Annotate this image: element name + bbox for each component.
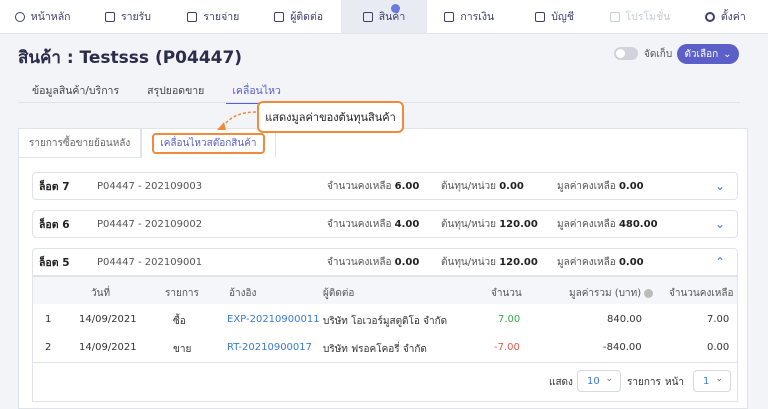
money-icon [444,11,455,22]
per-page-select[interactable]: 10 ⌄ [577,370,621,392]
table-row: 2 14/09/2021 ขาย RT-20210900017 บริษัท ฟ… [45,342,730,355]
sub-tabs: ข้อมูลสินค้า/บริการ สรุปยอดขาย เคลื่อนไห… [18,76,295,104]
nav-item-settings[interactable]: ตั้งค่า [683,0,768,33]
megaphone-icon [609,11,620,22]
tab-movement[interactable]: เคลื่อนไหว [218,76,295,104]
page-select[interactable]: 1 ⌄ [693,370,731,392]
reference-link[interactable]: EXP-20210900011 [227,314,320,325]
chevron-down-icon[interactable]: ⌄ [715,179,725,193]
page-title: สินค้า : Testsss (P04447) [18,48,243,68]
lot-row-expanded[interactable]: ล็อต 5 P04447 - 202109001 จำนวนคงเหลือ 0… [32,248,738,276]
box-icon [362,11,373,22]
nav-item-income[interactable]: รายรับ [85,0,170,33]
income-icon [104,11,115,22]
store-label: จัดเก็บ [644,49,673,60]
home-icon [14,11,25,22]
chevron-down-icon: ⌄ [605,374,613,384]
nav-item-contact[interactable]: ผู้ติดต่อ [256,0,341,33]
table-row: 1 14/09/2021 ซื้อ EXP-20210900011 บริษัท… [45,314,730,327]
movement-table: วันที่ รายการ อ้างอิง ผู้ติดต่อ จำนวน มู… [32,276,738,402]
contact-icon [274,11,285,22]
lot-row[interactable]: ล็อต 6 P04447 - 202109002 จำนวนคงเหลือ 4… [32,210,738,238]
nav-item-accounting[interactable]: บัญชี [512,0,597,33]
tab-sales-summary[interactable]: สรุปยอดขาย [133,76,218,102]
nav-item-promotion[interactable]: โปรโมชั่น [597,0,682,33]
gear-icon [704,11,715,22]
top-navigation: หน้าหลัก รายรับ รายจ่าย ผู้ติดต่อ สินค้า… [0,0,768,34]
nav-item-home[interactable]: หน้าหลัก [0,0,85,33]
chevron-down-icon[interactable]: ⌄ [715,217,725,231]
nav-item-expense[interactable]: รายจ่าย [171,0,256,33]
nav-item-finance[interactable]: การเงิน [427,0,512,33]
help-icon[interactable] [644,288,654,298]
lot-row[interactable]: ล็อต 7 P04447 - 202109003 จำนวนคงเหลือ 6… [32,172,738,200]
table-header: วันที่ รายการ อ้างอิง ผู้ติดต่อ จำนวน มู… [33,276,737,304]
nav-item-products[interactable]: สินค้า [341,0,427,33]
ledger-icon [535,11,546,22]
callout-arrow [217,111,257,130]
options-button[interactable]: ตัวเลือก ⌄ [677,44,739,64]
reference-link[interactable]: RT-20210900017 [227,342,312,353]
tab-product-info[interactable]: ข้อมูลสินค้า/บริการ [18,76,133,102]
chevron-up-icon[interactable]: ⌃ [715,255,725,269]
chevron-down-icon: ⌄ [723,48,732,60]
tab-transaction-history[interactable]: รายการซื้อขายย้อนหลัง [18,128,142,158]
expense-icon [187,11,198,22]
chevron-down-icon: ⌄ [715,374,723,384]
store-toggle[interactable] [614,47,638,60]
pagination: แสดง 10 ⌄ รายการ หน้า 1 ⌄ [33,362,737,398]
callout-box: แสดงมูลค่าของต้นทุนสินค้า [257,101,404,133]
highlight-label: เคลื่อนไหวสต๊อกสินค้า [152,132,265,154]
